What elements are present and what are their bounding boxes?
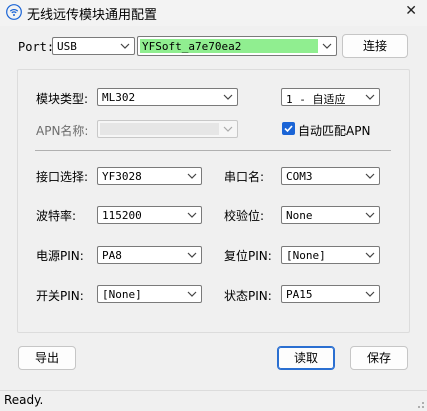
- apn-label: APN名称:: [36, 124, 89, 138]
- mode-value: 1 - 自适应: [286, 93, 346, 106]
- chevron-down-icon: [187, 212, 197, 218]
- chevron-down-icon: [322, 43, 332, 49]
- interface-label: 接口选择:: [36, 170, 89, 184]
- chevron-down-icon: [365, 212, 375, 218]
- serial-select[interactable]: COM3: [281, 167, 380, 185]
- chevron-down-icon: [187, 252, 197, 258]
- mode-select[interactable]: 1 - 自适应: [281, 88, 380, 106]
- state-pin-select[interactable]: PA15: [281, 285, 380, 303]
- connect-button[interactable]: 连接: [342, 34, 408, 58]
- power-pin-label: 电源PIN:: [36, 249, 84, 263]
- chevron-down-icon: [187, 291, 197, 297]
- resize-grip-icon[interactable]: [413, 397, 425, 409]
- status-text: Ready.: [4, 393, 44, 407]
- chevron-down-icon: [365, 173, 375, 179]
- serial-label: 串口名:: [224, 170, 265, 184]
- checkmark-icon: [284, 125, 293, 133]
- power-pin-value: PA8: [102, 249, 122, 262]
- auto-apn-checkbox[interactable]: [282, 122, 295, 135]
- module-type-label: 模块类型:: [36, 92, 89, 106]
- apn-select[interactable]: [97, 120, 238, 138]
- reset-pin-value: [None]: [286, 249, 326, 262]
- chevron-down-icon: [187, 173, 197, 179]
- title-bar: 无线远传模块通用配置 ✕: [0, 0, 427, 26]
- switch-pin-label: 开关PIN:: [36, 289, 84, 303]
- chevron-down-icon: [120, 43, 130, 49]
- export-button[interactable]: 导出: [18, 346, 76, 370]
- chevron-down-icon: [365, 94, 375, 100]
- reset-pin-label: 复位PIN:: [224, 249, 272, 263]
- separator: [35, 150, 391, 151]
- state-pin-value: PA15: [286, 288, 313, 301]
- baud-label: 波特率:: [36, 209, 77, 223]
- parity-label: 校验位:: [224, 209, 265, 223]
- parity-value: None: [286, 209, 313, 222]
- device-value: YFSoft_a7e70ea2: [142, 40, 242, 53]
- parity-select[interactable]: None: [281, 206, 380, 224]
- switch-pin-select[interactable]: [None]: [97, 285, 202, 303]
- save-button[interactable]: 保存: [350, 346, 408, 370]
- chevron-down-icon: [365, 252, 375, 258]
- chevron-down-icon: [223, 94, 233, 100]
- port-label: Port:: [18, 40, 55, 54]
- chevron-down-icon: [223, 126, 233, 132]
- baud-select[interactable]: 115200: [97, 206, 202, 224]
- power-pin-select[interactable]: PA8: [97, 246, 202, 264]
- state-pin-label: 状态PIN:: [224, 289, 272, 303]
- module-type-value: ML302: [102, 91, 136, 104]
- reset-pin-select[interactable]: [None]: [281, 246, 380, 264]
- interface-select[interactable]: YF3028: [97, 167, 202, 185]
- port-value: USB: [57, 40, 77, 53]
- auto-apn-label: 自动匹配APN: [298, 124, 371, 138]
- interface-value: YF3028: [102, 170, 142, 183]
- port-select[interactable]: USB: [52, 37, 135, 55]
- status-bar: Ready.: [0, 390, 427, 411]
- wifi-icon: [6, 4, 22, 20]
- close-icon[interactable]: ✕: [405, 3, 417, 19]
- baud-value: 115200: [102, 209, 142, 222]
- serial-value: COM3: [286, 170, 313, 183]
- switch-pin-value: [None]: [102, 288, 142, 301]
- device-select[interactable]: YFSoft_a7e70ea2: [137, 36, 337, 56]
- module-type-select[interactable]: ML302: [97, 88, 238, 106]
- window-title: 无线远传模块通用配置: [27, 8, 158, 23]
- chevron-down-icon: [365, 291, 375, 297]
- read-button[interactable]: 读取: [277, 346, 335, 370]
